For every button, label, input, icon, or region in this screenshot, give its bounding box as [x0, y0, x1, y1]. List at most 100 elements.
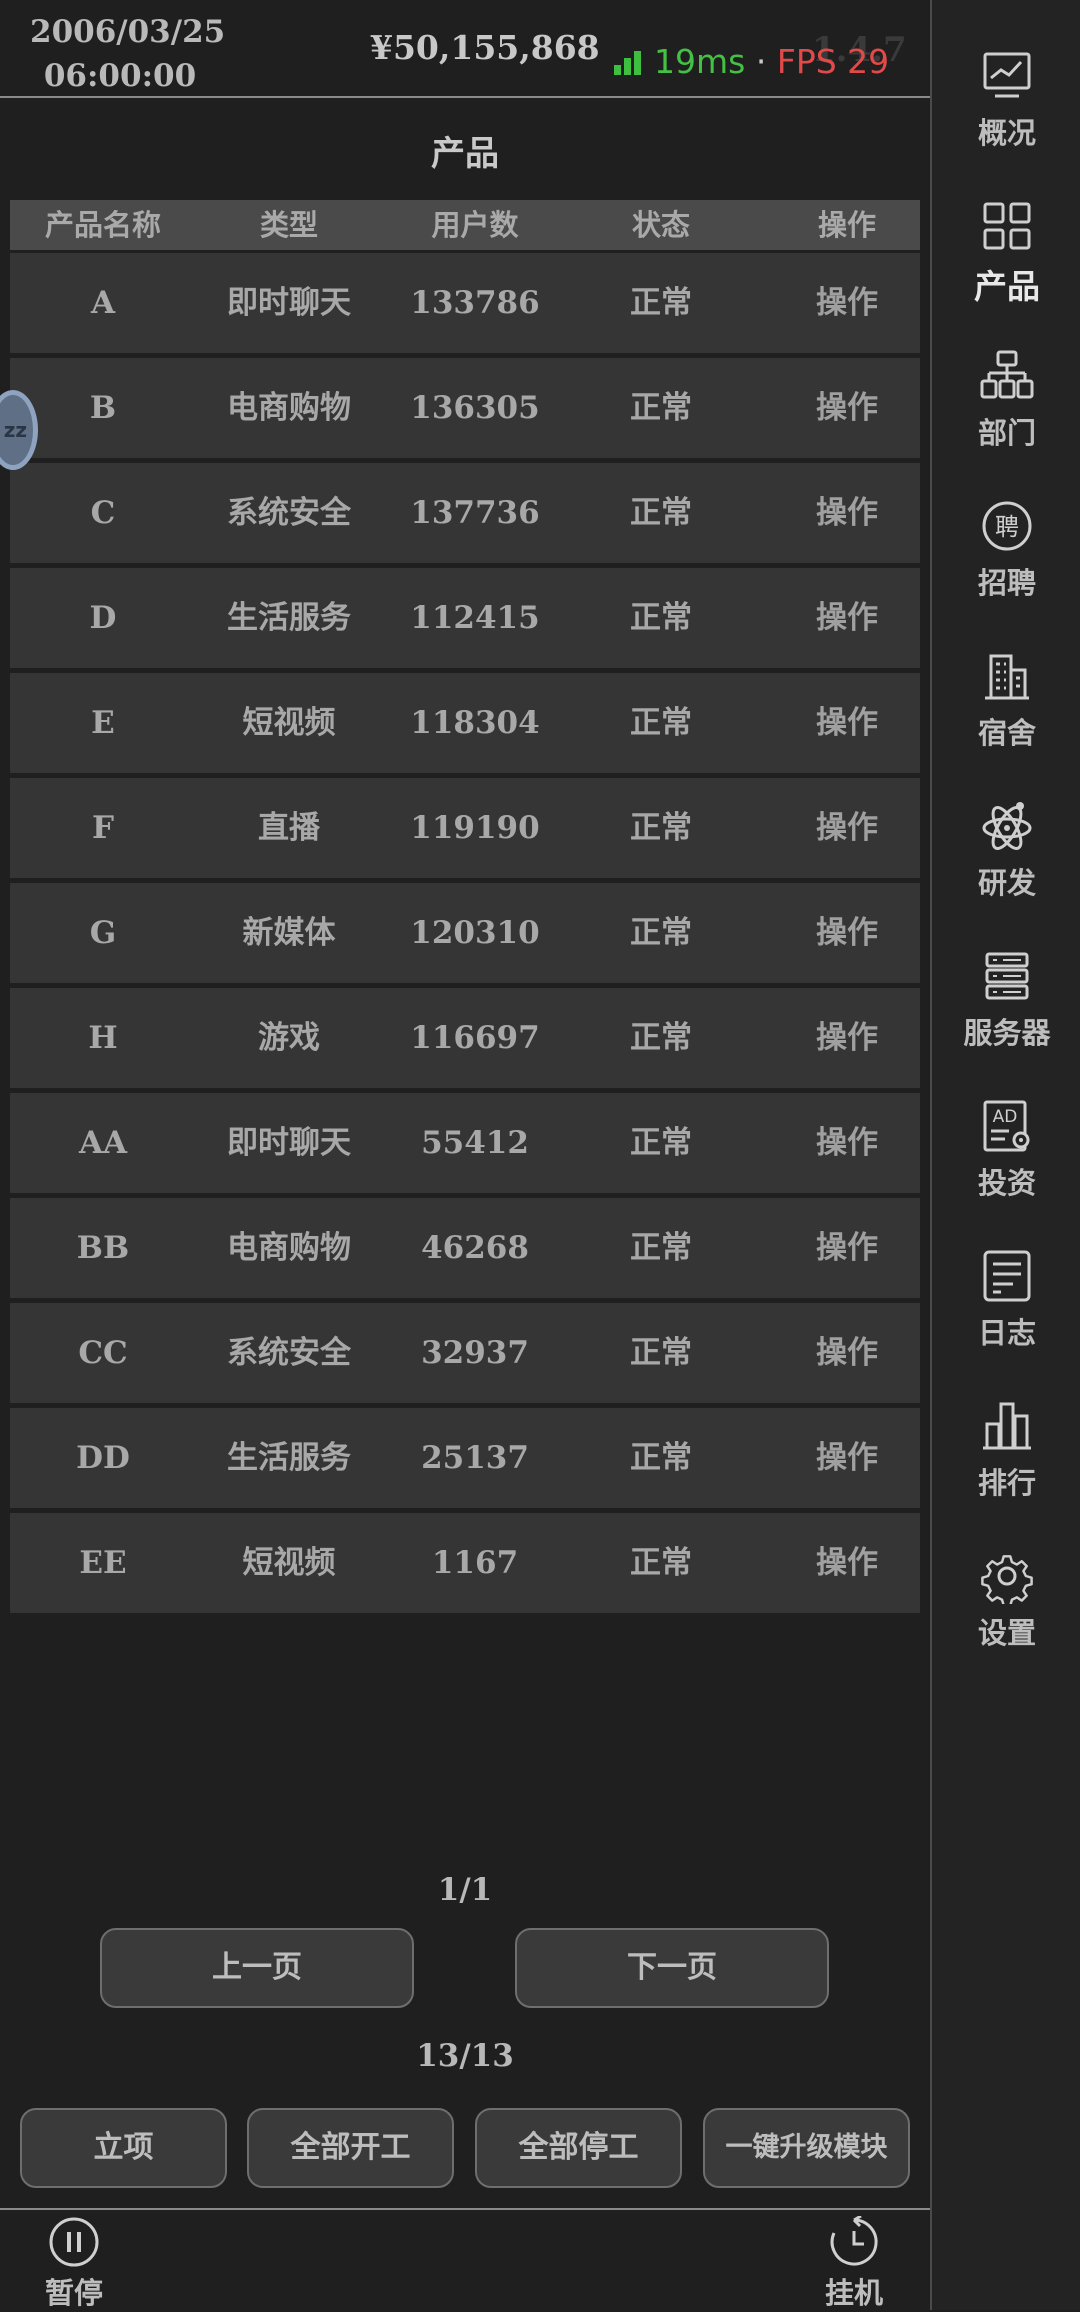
upgrade-all-modules-button[interactable]: 一键升级模块 — [703, 2108, 910, 2188]
cell-product-name: CC — [78, 1335, 128, 1371]
svg-text:AD: AD — [993, 1107, 1018, 1127]
log-icon — [983, 1250, 1031, 1302]
table-header: 产品名称 类型 用户数 状态 操作 — [10, 200, 920, 250]
sidebar-item-3[interactable]: 聘招聘 — [932, 498, 1080, 602]
row-action-button[interactable]: 操作 — [754, 778, 940, 878]
next-page-button[interactable]: 下一页 — [515, 1928, 829, 2008]
building-icon — [985, 654, 1029, 700]
sidebar-item-9[interactable]: 排行 — [932, 1398, 1080, 1502]
row-action-button[interactable]: 操作 — [754, 1303, 940, 1403]
money-display: ¥50,155,868 — [370, 28, 600, 67]
cell-product-type: 短视频 — [242, 1545, 336, 1581]
page-indicator: 1/1 — [437, 1872, 493, 1908]
sidebar-item-5[interactable]: 研发 — [932, 798, 1080, 902]
column-header-users: 用户数 — [431, 208, 519, 242]
prev-page-button[interactable]: 上一页 — [100, 1928, 414, 2008]
cell-user-count: 120310 — [410, 915, 540, 951]
row-action-button[interactable]: 操作 — [754, 1198, 940, 1298]
cell-user-count: 137736 — [410, 495, 540, 531]
pause-button[interactable]: 暂停 — [24, 2210, 124, 2312]
cell-product-name: D — [89, 600, 117, 636]
svg-text:聘: 聘 — [995, 513, 1019, 541]
sidebar-item-label: 日志 — [977, 1316, 1036, 1350]
item-count: 13/13 — [416, 2038, 514, 2074]
row-action-button[interactable]: 操作 — [754, 883, 940, 983]
page-title: 产品 — [431, 134, 499, 174]
row-action-button[interactable]: 操作 — [754, 1408, 940, 1508]
row-action-button[interactable]: 操作 — [754, 1513, 940, 1613]
ranking-icon — [983, 1402, 1031, 1450]
sidebar-item-6[interactable]: 服务器 — [932, 948, 1080, 1052]
row-action-button[interactable]: 操作 — [754, 463, 940, 563]
cell-user-count: 136305 — [410, 390, 540, 426]
gear-icon — [981, 1555, 1033, 1604]
pause-icon — [49, 2217, 99, 2267]
cell-status: 正常 — [630, 390, 692, 426]
pause-label: 暂停 — [44, 2276, 103, 2310]
table-row: C 系统安全 137736 正常 操作 — [10, 463, 920, 563]
idle-label: 挂机 — [824, 2276, 883, 2310]
cell-product-name: B — [89, 390, 117, 426]
sidebar-item-4[interactable]: 宿舍 — [932, 648, 1080, 752]
cell-product-type: 直播 — [258, 810, 320, 846]
table-row: AA 即时聊天 55412 正常 操作 — [10, 1093, 920, 1193]
sidebar-item-0[interactable]: 概况 — [932, 48, 1080, 152]
row-action-button[interactable]: 操作 — [754, 568, 940, 668]
cell-product-type: 电商购物 — [227, 390, 351, 426]
start-all-button[interactable]: 全部开工 — [247, 2108, 454, 2188]
cell-user-count: 55412 — [421, 1125, 529, 1161]
sidebar-item-label: 研发 — [977, 866, 1036, 900]
sidebar-nav: 概况产品部门聘招聘宿舍研发服务器 AD 投资日志排行设置 — [930, 0, 1080, 2310]
latency-text: 19ms — [654, 42, 746, 81]
cell-product-type: 系统安全 — [227, 1335, 351, 1371]
table-row: A 即时聊天 133786 正常 操作 — [10, 253, 920, 353]
top-status-bar: 2006/03/25 06:00:00 ¥50,155,868 1.4.7 19… — [0, 0, 930, 98]
cell-user-count: 112415 — [410, 600, 540, 636]
cell-user-count: 32937 — [421, 1335, 529, 1371]
table-row: H 游戏 116697 正常 操作 — [10, 988, 920, 1088]
sidebar-item-label: 服务器 — [963, 1016, 1051, 1050]
table-row: CC 系统安全 32937 正常 操作 — [10, 1303, 920, 1403]
sidebar-item-2[interactable]: 部门 — [932, 348, 1080, 452]
column-header-type: 类型 — [259, 208, 318, 242]
cell-product-type: 新媒体 — [242, 915, 336, 951]
cell-product-type: 系统安全 — [227, 495, 351, 531]
cell-status: 正常 — [630, 285, 692, 321]
row-action-button[interactable]: 操作 — [754, 253, 940, 353]
cell-product-type: 短视频 — [242, 705, 336, 741]
sidebar-item-label: 部门 — [977, 416, 1036, 450]
sidebar-item-label: 招聘 — [977, 566, 1036, 600]
grid-icon — [983, 202, 1031, 250]
cell-status: 正常 — [630, 1125, 692, 1161]
column-header-action: 操作 — [817, 208, 876, 242]
sidebar-item-label: 宿舍 — [977, 716, 1036, 750]
row-action-button[interactable]: 操作 — [754, 988, 940, 1088]
sidebar-item-label: 产品 — [974, 267, 1040, 306]
table-row: EE 短视频 1167 正常 操作 — [10, 1513, 920, 1613]
stop-all-button[interactable]: 全部停工 — [475, 2108, 682, 2188]
cell-status: 正常 — [630, 1230, 692, 1266]
row-action-button[interactable]: 操作 — [754, 1093, 940, 1193]
cell-product-name: AA — [78, 1125, 128, 1161]
table-row: G 新媒体 120310 正常 操作 — [10, 883, 920, 983]
cell-user-count: 25137 — [421, 1440, 529, 1476]
chart-monitor-icon — [983, 52, 1031, 98]
cell-product-type: 电商购物 — [227, 1230, 351, 1266]
cell-product-name: E — [91, 705, 115, 741]
cell-status: 正常 — [630, 1020, 692, 1056]
cell-status: 正常 — [630, 1440, 692, 1476]
sidebar-item-1[interactable]: 产品 — [932, 198, 1080, 308]
sidebar-item-10[interactable]: 设置 — [932, 1548, 1080, 1652]
sidebar-item-7[interactable]: AD 投资 — [932, 1098, 1080, 1202]
table-row: DD 生活服务 25137 正常 操作 — [10, 1408, 920, 1508]
cell-product-name: C — [90, 495, 116, 531]
sidebar-item-8[interactable]: 日志 — [932, 1248, 1080, 1352]
cell-status: 正常 — [630, 915, 692, 951]
cell-product-type: 生活服务 — [227, 1440, 351, 1476]
recruit-icon: 聘 — [982, 501, 1032, 551]
new-project-button[interactable]: 立项 — [20, 2108, 227, 2188]
row-action-button[interactable]: 操作 — [754, 358, 940, 458]
row-action-button[interactable]: 操作 — [754, 673, 940, 773]
idle-button[interactable]: 挂机 — [804, 2210, 904, 2312]
cell-product-name: A — [90, 285, 116, 321]
